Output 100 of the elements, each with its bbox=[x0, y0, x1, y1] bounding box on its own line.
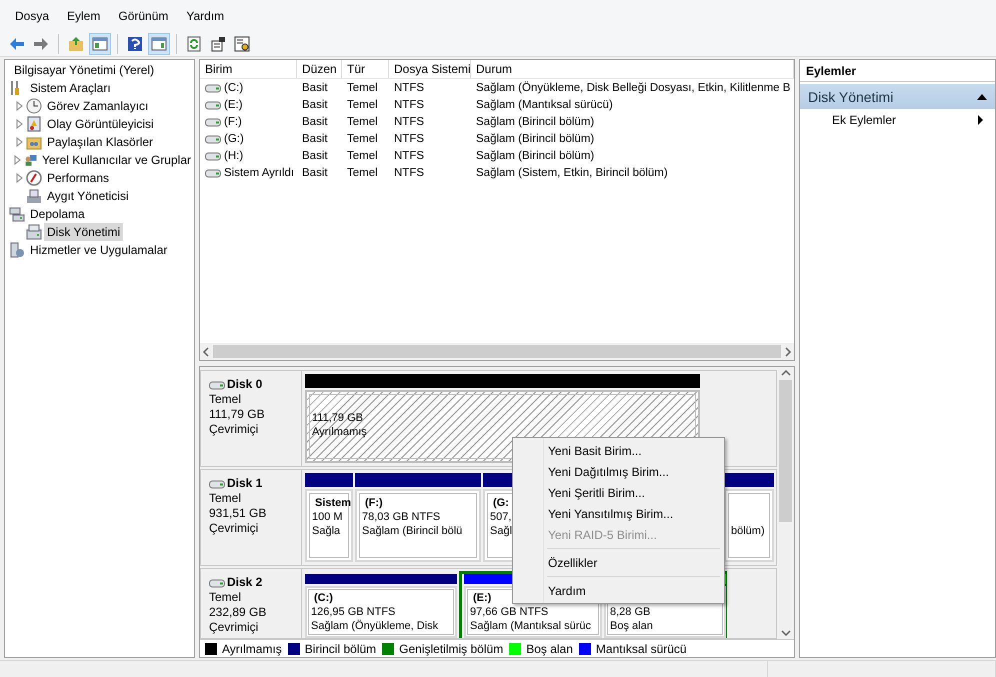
table-cell: Sağlam (Mantıksal sürücü) bbox=[476, 98, 613, 110]
clock-icon bbox=[26, 98, 42, 114]
disk-label-panel[interactable]: Disk 2 Temel 232,89 GB Çevrimiçi bbox=[200, 568, 302, 639]
menu-item[interactable]: Yardım bbox=[179, 7, 232, 25]
disk-status: Çevrimiçi bbox=[209, 620, 260, 635]
tree-item[interactable]: Hizmetler ve Uygulamalar bbox=[27, 241, 170, 259]
drive-icon bbox=[205, 82, 221, 92]
tree-item[interactable]: Paylaşılan Klasörler bbox=[44, 133, 156, 151]
partition[interactable]: bölüm) bbox=[724, 489, 774, 562]
properties-icon bbox=[210, 36, 226, 52]
column-header[interactable]: Tür bbox=[342, 60, 389, 78]
partition-text: 126,95 GB NTFS bbox=[311, 605, 396, 619]
tree-item[interactable]: Performans bbox=[44, 169, 112, 187]
partition[interactable]: (C:) 126,95 GB NTFS Sağlam (Önyükleme, Disk bbox=[305, 586, 457, 638]
toolbar-button[interactable] bbox=[148, 33, 170, 55]
disk-name: Disk 0 bbox=[209, 377, 301, 392]
console-tree-icon bbox=[92, 36, 108, 52]
back-arrow-icon bbox=[9, 36, 25, 52]
context-menu-item[interactable]: Yeni Yansıtılmış Birim... bbox=[515, 503, 722, 524]
event-log-icon bbox=[26, 116, 42, 132]
table-cell: NTFS bbox=[394, 132, 424, 144]
partition-title: (E:) bbox=[472, 591, 492, 605]
partition-text: Sağl bbox=[490, 524, 512, 538]
table-cell: NTFS bbox=[394, 116, 424, 128]
partition-title: (F:) bbox=[364, 496, 383, 510]
table-cell: Sağlam (Birincil bölüm) bbox=[476, 150, 594, 162]
column-header[interactable]: Durum bbox=[471, 60, 794, 78]
horizontal-scrollbar[interactable] bbox=[200, 343, 794, 360]
disk-label-panel[interactable]: Disk 0 Temel 111,79 GB Çevrimiçi bbox=[200, 370, 302, 467]
partition-text: 8,28 GB bbox=[610, 605, 650, 619]
scroll-left-icon[interactable] bbox=[202, 346, 210, 356]
scroll-down-icon[interactable] bbox=[780, 629, 790, 637]
table-cell: (F:) bbox=[224, 116, 242, 128]
tree-item[interactable]: Bilgisayar Yönetimi (Yerel) bbox=[11, 61, 158, 79]
disk-status: Çevrimiçi bbox=[209, 521, 260, 536]
tree-item[interactable]: Yerel Kullanıcılar ve Gruplar bbox=[39, 151, 194, 169]
partition-title: (C:) bbox=[313, 591, 333, 605]
table-cell: (G:) bbox=[224, 132, 244, 144]
action-item[interactable]: Ek Eylemler bbox=[800, 109, 995, 131]
column-header[interactable]: Düzen bbox=[297, 60, 342, 78]
tree-item[interactable]: Görev Zamanlayıcı bbox=[44, 97, 152, 115]
tree-item[interactable]: Depolama bbox=[27, 205, 88, 223]
partition[interactable]: (F:) 78,03 GB NTFS Sağlam (Birincil bölü bbox=[355, 489, 481, 562]
table-cell: NTFS bbox=[394, 98, 424, 110]
vertical-scrollbar[interactable] bbox=[777, 367, 794, 639]
tree-item[interactable]: Olay Görüntüleyicisi bbox=[44, 115, 157, 133]
legend-label: Genişletilmiş bölüm bbox=[399, 642, 504, 656]
partition-text: Sağla bbox=[312, 524, 340, 538]
disk-label-panel[interactable]: Disk 1 Temel 931,51 GB Çevrimiçi bbox=[200, 469, 302, 566]
tree-item[interactable]: Sistem Araçları bbox=[27, 79, 114, 97]
tree-item[interactable]: Disk Yönetimi bbox=[44, 223, 124, 241]
legend-label: Ayrılmamış bbox=[222, 642, 282, 656]
disk-size: 111,79 GB bbox=[209, 407, 266, 422]
table-cell: Temel bbox=[347, 98, 378, 110]
drive-icon bbox=[205, 100, 221, 110]
table-cell: Temel bbox=[347, 132, 378, 144]
drive-icon bbox=[205, 134, 221, 144]
table-cell: (E:) bbox=[224, 98, 243, 110]
submenu-arrow-icon bbox=[978, 115, 983, 125]
collapse-arrow-icon bbox=[977, 94, 987, 100]
tree-item[interactable]: Aygıt Yöneticisi bbox=[44, 187, 132, 205]
table-cell: Temel bbox=[347, 82, 378, 94]
partition-text: Sağlam (Mantıksal sürüc bbox=[470, 619, 592, 633]
table-cell: Sağlam (Birincil bölüm) bbox=[476, 116, 594, 128]
table-cell: (H:) bbox=[224, 150, 244, 162]
actions-section-header[interactable]: Disk Yönetimi bbox=[800, 84, 995, 109]
disk-type: Temel bbox=[209, 392, 242, 407]
partition-text: 97,66 GB NTFS bbox=[470, 605, 548, 619]
folder-up-icon bbox=[68, 36, 84, 52]
context-menu-item[interactable]: Yeni Dağıtılmış Birim... bbox=[515, 461, 722, 482]
help-icon bbox=[127, 36, 143, 52]
table-cell: (C:) bbox=[224, 82, 244, 94]
column-header[interactable]: Dosya Sistemi bbox=[389, 60, 471, 78]
partition-title: (G: bbox=[492, 496, 509, 510]
column-header[interactable]: Birim bbox=[200, 60, 297, 78]
table-cell: Basit bbox=[302, 98, 328, 110]
table-cell: Basit bbox=[302, 82, 328, 94]
disk-type: Temel bbox=[209, 491, 242, 506]
partition-text: 100 M bbox=[312, 510, 343, 524]
context-menu-item[interactable]: Özellikler bbox=[515, 552, 722, 573]
device-manager-icon bbox=[26, 188, 42, 204]
legend-label: Birincil bölüm bbox=[304, 642, 376, 656]
table-cell: Basit bbox=[302, 132, 328, 144]
partition[interactable]: Sistem 100 M Sağla bbox=[305, 489, 353, 562]
menu-item[interactable]: Görünüm bbox=[111, 7, 176, 25]
scroll-up-icon[interactable] bbox=[780, 369, 790, 377]
toolbar-button[interactable] bbox=[89, 33, 111, 55]
partition-text: 111,79 GB bbox=[312, 411, 363, 425]
context-menu-item[interactable]: Yeni Şeritli Birim... bbox=[515, 482, 722, 503]
menu-item[interactable]: Dosya bbox=[8, 7, 56, 25]
partition-text: Sağlam (Birincil bölü bbox=[362, 524, 462, 538]
drive-icon bbox=[209, 578, 225, 588]
table-cell: NTFS bbox=[394, 166, 424, 178]
menu-item[interactable]: Eylem bbox=[60, 7, 108, 25]
scroll-right-icon[interactable] bbox=[784, 346, 792, 356]
forward-arrow-icon bbox=[33, 36, 49, 52]
partition-text: bölüm) bbox=[731, 524, 765, 538]
drive-icon bbox=[209, 380, 225, 390]
drive-icon bbox=[209, 478, 225, 488]
action-pane-icon bbox=[151, 36, 167, 52]
